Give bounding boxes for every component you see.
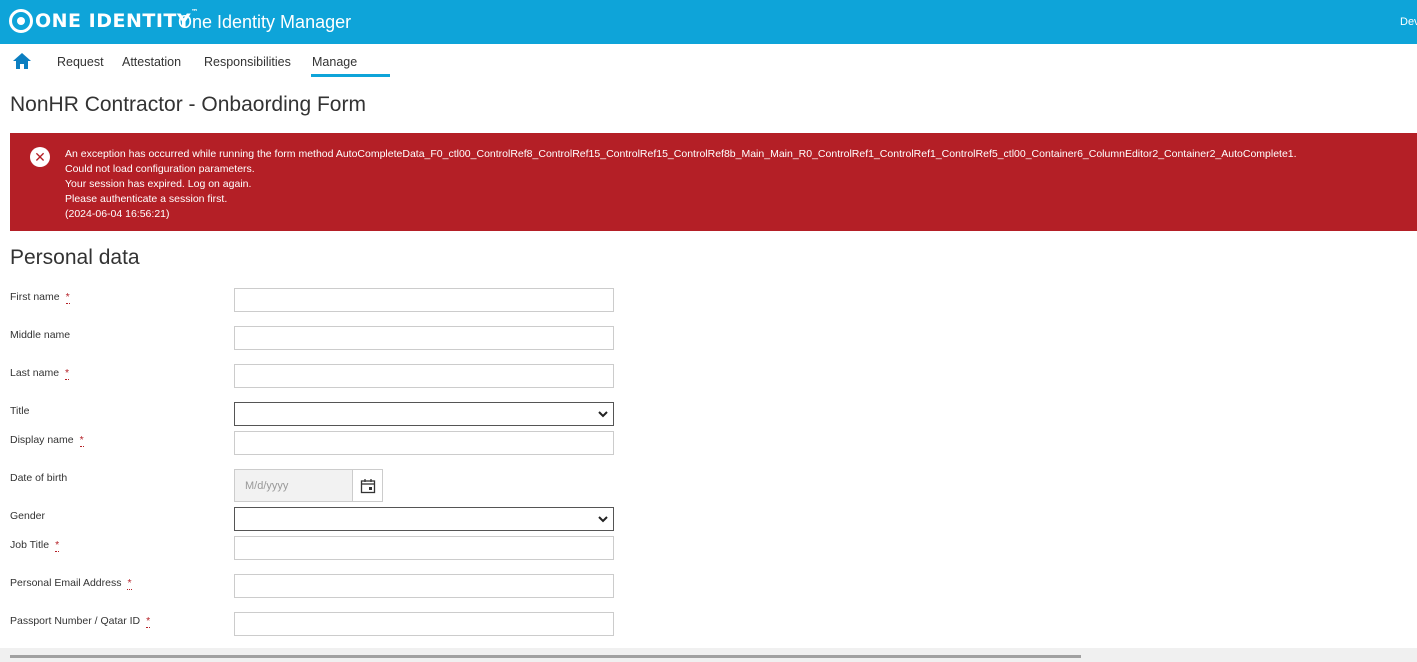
top-bar: ONE IDENTITY™ One Identity Manager Dev [0, 0, 1417, 44]
last-name-label: Last name * [10, 367, 70, 380]
chevron-down-icon [598, 516, 608, 523]
calendar-button[interactable] [352, 469, 383, 502]
error-line: Please authenticate a session first. [65, 193, 228, 205]
error-line: Your session has expired. Log on again. [65, 178, 252, 190]
nav-manage[interactable]: Manage [312, 55, 357, 69]
error-x-icon: ✕ [30, 147, 50, 167]
error-message: ✕ An exception has occurred while runnin… [10, 133, 1417, 231]
section-title-personal-data: Personal data [10, 246, 140, 269]
required-marker: * [65, 367, 70, 380]
error-text: An exception has occurred while running … [65, 147, 1297, 222]
required-marker: * [79, 434, 84, 447]
nav-attestation[interactable]: Attestation [122, 55, 181, 69]
middle-name-input[interactable] [234, 326, 614, 350]
date-of-birth-input[interactable]: M/d/yyyy [234, 469, 353, 502]
required-marker: * [146, 615, 151, 628]
title-select[interactable] [234, 402, 614, 426]
last-name-input[interactable] [234, 364, 614, 388]
nav-responsibilities[interactable]: Responsibilities [204, 55, 291, 69]
gender-label: Gender [10, 510, 46, 522]
scrollbar-thumb[interactable] [10, 655, 1081, 658]
error-timestamp: (2024-06-04 16:56:21) [65, 208, 170, 220]
logo-text: ONE IDENTITY™ [35, 8, 199, 32]
required-marker: * [55, 539, 60, 552]
passport-number-label: Passport Number / Qatar ID * [10, 615, 151, 628]
first-name-input[interactable] [234, 288, 614, 312]
error-line: Could not load configuration parameters. [65, 163, 255, 175]
gender-select[interactable] [234, 507, 614, 531]
app-title: One Identity Manager [178, 12, 352, 32]
title-label: Title [10, 405, 30, 417]
nav-active-indicator [311, 74, 390, 77]
error-line: An exception has occurred while running … [65, 148, 1297, 160]
personal-email-label: Personal Email Address * [10, 577, 132, 590]
passport-number-input[interactable] [234, 612, 614, 636]
personal-email-input[interactable] [234, 574, 614, 598]
required-marker: * [65, 291, 70, 304]
job-title-label: Job Title * [10, 539, 60, 552]
one-identity-logo[interactable]: ONE IDENTITY™ [9, 8, 199, 33]
calendar-icon [360, 479, 376, 494]
user-menu[interactable]: Dev [1400, 16, 1417, 28]
display-name-label: Display name * [10, 434, 84, 447]
job-title-input[interactable] [234, 536, 614, 560]
nav-request[interactable]: Request [57, 55, 104, 69]
page-title: NonHR Contractor - Onbaording Form [10, 93, 366, 116]
required-marker: * [127, 577, 132, 590]
home-icon[interactable] [12, 52, 32, 70]
date-of-birth-label: Date of birth [10, 472, 68, 484]
main-nav: Request Attestation Responsibilities Man… [0, 44, 1417, 78]
logo-o-mark [9, 9, 33, 33]
middle-name-label: Middle name [10, 329, 71, 341]
chevron-down-icon [598, 411, 608, 418]
display-name-input[interactable] [234, 431, 614, 455]
first-name-label: First name * [10, 291, 70, 304]
